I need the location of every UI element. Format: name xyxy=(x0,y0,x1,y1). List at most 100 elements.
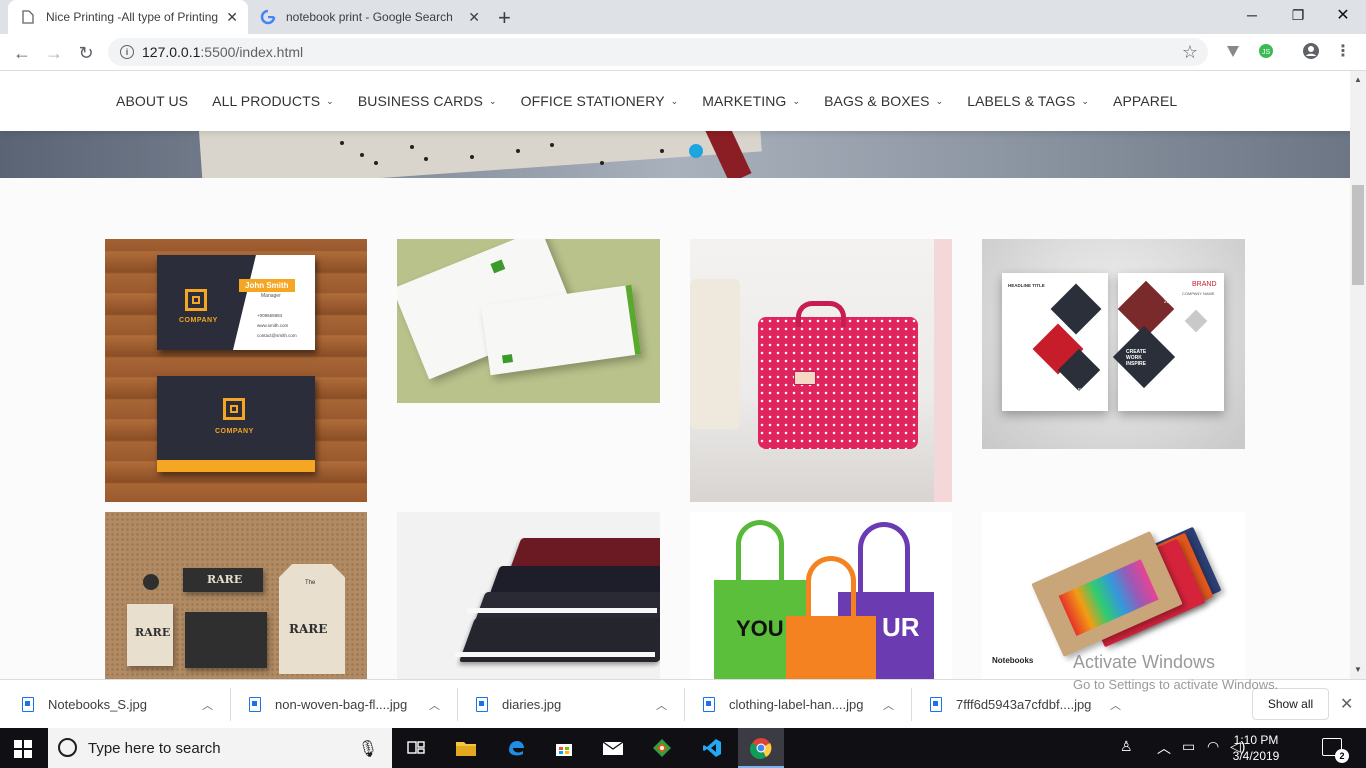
microphone-icon[interactable]: 🎙 xyxy=(358,739,378,759)
product-brochure[interactable]: HEADLINE TITLE Creative Brochure BRAND C… xyxy=(982,239,1245,449)
nav-label: ABOUT US xyxy=(116,93,189,109)
show-all-downloads-button[interactable]: Show all xyxy=(1252,688,1329,720)
address-bar[interactable]: i 127.0.0.1:5500/index.html ☆ xyxy=(108,38,1208,66)
product-storage-bag[interactable] xyxy=(690,239,952,502)
task-view-icon[interactable] xyxy=(404,736,428,760)
business-card-front: COMPANY John Smith Manager +009655984 ww… xyxy=(157,255,315,350)
page-scrollbar[interactable]: ▲ ▼ xyxy=(1350,71,1366,679)
hero-decor xyxy=(360,153,364,157)
download-item[interactable]: diaries.jpg ︿ xyxy=(476,680,681,729)
forward-icon[interactable]: → xyxy=(42,41,66,65)
system-clock[interactable]: 1:10 PM 3/4/2019 xyxy=(1226,732,1286,764)
url-path: :5500/index.html xyxy=(200,44,304,60)
page-viewport: ABOUT US ALL PRODUCTS ⌄ BUSINESS CARDS ⌄ O… xyxy=(0,71,1350,679)
product-clothing-tags[interactable]: RARE RARE The RARE xyxy=(105,512,367,679)
company-text: COMPANY xyxy=(179,317,218,324)
page-edge xyxy=(455,652,655,657)
chevron-up-icon[interactable]: ︿ xyxy=(883,697,894,713)
url-host: 127.0.0.1 xyxy=(142,44,201,60)
close-window-icon[interactable]: ✕ xyxy=(1320,0,1366,30)
taskbar-search-box[interactable]: Type here to search 🎙 xyxy=(48,728,392,768)
battery-icon[interactable]: ▭ xyxy=(1182,738,1195,755)
download-item[interactable]: Notebooks_S.jpg ︿ xyxy=(22,680,227,729)
hero-notebook-image xyxy=(198,131,762,178)
hang-tag-large: The RARE xyxy=(279,564,345,674)
chevron-up-icon[interactable]: ︿ xyxy=(429,697,440,713)
edge-icon[interactable] xyxy=(504,736,528,760)
hero-decor xyxy=(470,155,474,159)
chevron-up-icon[interactable]: ︿ xyxy=(1157,738,1171,758)
chevron-up-icon[interactable]: ︿ xyxy=(202,697,213,713)
vscode-icon[interactable] xyxy=(700,736,724,760)
scroll-down-icon[interactable]: ▼ xyxy=(1354,665,1362,674)
nav-business-cards[interactable]: BUSINESS CARDS ⌄ xyxy=(358,93,497,109)
chevron-up-icon[interactable]: ︿ xyxy=(656,697,667,713)
product-office-stationery[interactable] xyxy=(397,239,660,403)
back-icon[interactable]: ← xyxy=(10,41,34,65)
curtain xyxy=(934,239,952,502)
page-icon xyxy=(20,9,36,25)
product-business-cards[interactable]: COMPANY John Smith Manager +009655984 ww… xyxy=(105,239,367,502)
nav-marketing[interactable]: MARKETING ⌄ xyxy=(702,93,800,109)
tab-title: Nice Printing -All type of Printing xyxy=(46,10,219,24)
product-tote-bags[interactable]: YOU UR xyxy=(690,512,952,679)
brochure-page-left: HEADLINE TITLE Creative Brochure xyxy=(1002,273,1108,411)
brochure-page-right: BRAND COMPANY NAME 2021 CREATE WORK INSP… xyxy=(1112,273,1224,411)
file-explorer-icon[interactable] xyxy=(454,736,478,760)
notification-count: 2 xyxy=(1335,749,1349,763)
close-download-shelf-icon[interactable]: ✕ xyxy=(1340,694,1353,714)
notebooks-caption: Notebooks xyxy=(992,656,1034,665)
action-center-icon[interactable]: 2 xyxy=(1322,738,1349,763)
nav-labels-tags[interactable]: LABELS & TAGS ⌄ xyxy=(967,93,1089,109)
slider-indicator-dot[interactable] xyxy=(689,144,703,158)
wifi-icon[interactable]: ◠ xyxy=(1207,738,1219,755)
download-item[interactable]: clothing-label-han....jpg ︿ xyxy=(703,680,908,729)
chrome-icon[interactable] xyxy=(749,736,773,760)
scroll-up-icon[interactable]: ▲ xyxy=(1354,75,1362,84)
card-name: John Smith xyxy=(239,279,295,292)
extension-js-icon[interactable]: JS xyxy=(1257,42,1275,60)
browser-menu-icon[interactable]: ⋮ xyxy=(1334,42,1352,60)
chevron-up-icon[interactable]: ︿ xyxy=(1110,697,1121,713)
bag-handle xyxy=(796,301,846,327)
nav-bags-boxes[interactable]: BAGS & BOXES ⌄ xyxy=(824,93,943,109)
image-file-icon xyxy=(249,697,261,712)
page-edge xyxy=(467,608,657,613)
windows-start-icon[interactable] xyxy=(14,740,32,758)
nav-all-products[interactable]: ALL PRODUCTS ⌄ xyxy=(212,93,334,109)
tote-orange xyxy=(786,616,876,679)
chevron-down-icon: ⌄ xyxy=(670,95,679,106)
extension-vpn-icon[interactable] xyxy=(1224,42,1242,60)
image-file-icon xyxy=(703,697,715,712)
download-item[interactable]: non-woven-bag-fl....jpg ︿ xyxy=(249,680,454,729)
nav-label: OFFICE STATIONERY xyxy=(520,93,665,109)
tag-brand: RARE xyxy=(135,626,171,639)
watermark-title: Activate Windows xyxy=(1073,652,1216,672)
scrollbar-thumb[interactable] xyxy=(1352,185,1364,285)
reload-icon[interactable]: ↻ xyxy=(74,41,98,65)
tab-google-search[interactable]: notebook print - Google Search ✕ xyxy=(250,0,490,34)
new-tab-icon[interactable]: + xyxy=(498,5,511,31)
tote-text: UR xyxy=(882,612,920,642)
chevron-down-icon: ⌄ xyxy=(935,95,944,106)
restore-icon[interactable]: ❐ xyxy=(1275,0,1321,30)
hero-decor xyxy=(600,161,604,165)
close-tab-icon[interactable]: ✕ xyxy=(468,9,480,26)
product-diaries[interactable] xyxy=(397,512,660,679)
profile-icon[interactable] xyxy=(1302,42,1320,60)
company-logo-icon xyxy=(223,398,245,420)
site-info-icon[interactable]: i xyxy=(120,45,134,59)
mail-icon[interactable] xyxy=(601,736,625,760)
minimize-icon[interactable]: ─ xyxy=(1229,0,1275,30)
nav-office-stationery[interactable]: OFFICE STATIONERY ⌄ xyxy=(521,93,679,109)
nav-about-us[interactable]: ABOUT US xyxy=(116,93,188,109)
people-icon[interactable]: ♙ xyxy=(1120,738,1133,755)
nav-apparel[interactable]: APPAREL xyxy=(1113,93,1177,109)
card-mail: contact@smith.com xyxy=(257,333,297,338)
brochure-tagline: CREATE WORK INSPIRE xyxy=(1126,349,1147,367)
git-app-icon[interactable] xyxy=(650,736,674,760)
bookmark-star-icon[interactable]: ☆ xyxy=(1182,42,1198,63)
store-icon[interactable] xyxy=(552,736,576,760)
close-tab-icon[interactable]: ✕ xyxy=(226,9,238,26)
tab-nice-printing[interactable]: Nice Printing -All type of Printing ✕ xyxy=(8,0,248,34)
